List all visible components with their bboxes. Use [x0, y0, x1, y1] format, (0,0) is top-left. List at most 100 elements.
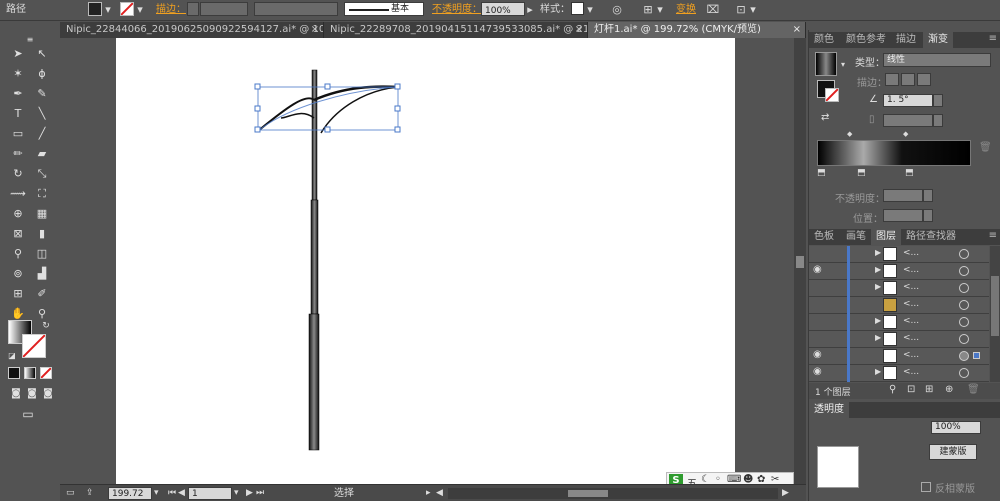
stroke-style-dropdown[interactable]: 基本 — [344, 2, 424, 16]
chevron-right-icon[interactable]: ▸ — [426, 487, 431, 500]
stroke-color-box[interactable] — [22, 334, 46, 358]
stroke-weight-field[interactable] — [200, 2, 248, 16]
clipping-mask-icon[interactable]: ⊡ — [907, 384, 915, 395]
chevron-down-icon[interactable] — [933, 114, 943, 127]
target-icon[interactable] — [959, 249, 969, 259]
midpoint-marker[interactable]: ◆ — [903, 130, 908, 138]
layer-row[interactable]: ◉ ▶ <... — [809, 263, 989, 280]
target-icon[interactable] — [959, 334, 969, 344]
perspective-grid-tool-icon[interactable]: ▦ — [34, 206, 50, 222]
visibility-eye-icon[interactable]: ◉ — [813, 366, 827, 377]
selected-art-indicator[interactable] — [973, 352, 980, 359]
invert-mask-checkbox[interactable] — [921, 482, 931, 492]
selection-handle[interactable] — [254, 105, 261, 112]
direct-selection-tool-icon[interactable]: ↖ — [34, 46, 50, 62]
first-page-icon[interactable]: ⏮ — [168, 487, 176, 500]
gradient-stop[interactable]: ⬒ — [857, 168, 866, 178]
type-tool-icon[interactable]: T — [10, 106, 26, 122]
aspect-ratio-field[interactable] — [883, 114, 933, 127]
layer-row[interactable]: ◉ ▶ <... — [809, 365, 989, 382]
make-mask-button[interactable]: 建蒙版 — [929, 444, 977, 460]
scrollbar-thumb[interactable] — [991, 276, 999, 336]
transparency-field[interactable]: 100% — [931, 421, 981, 434]
gradient-stroke-box[interactable] — [825, 88, 839, 102]
trash-icon[interactable]: 🗑 — [979, 142, 992, 153]
stroke-across-button[interactable] — [917, 73, 931, 86]
stop-position-field[interactable] — [883, 209, 923, 222]
stroke-within-button[interactable] — [885, 73, 899, 86]
gradient-stop[interactable]: ⬒ — [817, 168, 826, 178]
tab-layers[interactable]: 图层 — [871, 229, 901, 245]
close-icon[interactable]: × — [311, 22, 319, 38]
locate-object-icon[interactable]: ⚲ — [889, 384, 896, 395]
target-icon[interactable] — [959, 300, 969, 310]
trash-icon[interactable]: 🗑 — [967, 384, 980, 395]
graph-tool-icon[interactable]: ▟ — [34, 266, 50, 282]
shape-builder-tool-icon[interactable]: ⊕ — [10, 206, 26, 222]
tab-document-2[interactable]: Nipic_22289708_20190415114739533085.ai* … — [324, 22, 588, 38]
transform-link[interactable]: 变换 — [676, 2, 696, 18]
panel-menu-icon[interactable]: ≡ — [989, 230, 997, 241]
screen-mode-icon[interactable]: ▭ — [20, 406, 36, 422]
tab-pathfinder[interactable]: 路径查找器 — [901, 229, 961, 245]
stroke-label[interactable]: 描边： — [156, 2, 186, 18]
free-transform-tool-icon[interactable]: ⛶ — [34, 186, 50, 202]
mesh-tool-icon[interactable]: ⊠ — [10, 226, 26, 242]
hscroll-right-icon[interactable]: ▶ — [782, 487, 789, 500]
reverse-gradient-icon[interactable]: ⇄ — [821, 112, 829, 123]
last-page-icon[interactable]: ⏭ — [256, 487, 264, 500]
angle-field[interactable]: 1. 5° — [883, 94, 933, 107]
target-icon[interactable] — [959, 266, 969, 276]
target-icon[interactable] — [959, 351, 969, 361]
visibility-eye-icon[interactable]: ◉ — [813, 264, 827, 275]
expand-arrow-icon[interactable]: ▶ — [875, 316, 881, 325]
lamp-pole-top[interactable] — [311, 69, 318, 201]
horizontal-scrollbar[interactable] — [448, 488, 778, 499]
chevron-down-icon[interactable]: ▾ — [154, 487, 159, 500]
lamp-pole-middle[interactable] — [310, 199, 319, 315]
gradient-stop[interactable]: ⬒ — [905, 168, 914, 178]
selection-handle[interactable] — [394, 126, 401, 133]
target-icon[interactable] — [959, 368, 969, 378]
draw-normal-icon[interactable]: ◙ — [8, 386, 24, 402]
gradient-type-dropdown[interactable]: 线性 — [883, 53, 991, 67]
selection-handle[interactable] — [394, 105, 401, 112]
chevron-down-icon[interactable]: ▾ — [234, 487, 239, 500]
chevron-down-icon[interactable] — [933, 94, 943, 107]
artboard-tool-icon[interactable]: ⊞ — [10, 286, 26, 302]
slice-tool-icon[interactable]: ✐ — [34, 286, 50, 302]
selection-tool-icon[interactable]: ➤ — [10, 46, 26, 62]
draw-inside-icon[interactable]: ◙ — [40, 386, 56, 402]
line-tool-icon[interactable]: ╲ — [34, 106, 50, 122]
rotate-tool-icon[interactable]: ↻ — [10, 166, 26, 182]
chevron-down-icon[interactable]: ▾ — [586, 2, 594, 18]
page-field[interactable]: 1 — [188, 487, 232, 500]
tab-color[interactable]: 颜色 — [809, 32, 839, 48]
prev-page-icon[interactable]: ◀ — [178, 487, 185, 500]
tab-swatches[interactable]: 色板 — [809, 229, 839, 245]
tab-stroke[interactable]: 描边 — [891, 32, 921, 48]
chevron-down-icon[interactable]: ▾ — [841, 60, 845, 69]
stroke-swatch[interactable] — [120, 2, 134, 16]
pencil-tool-icon[interactable]: ✏ — [10, 146, 26, 162]
tab-transparency[interactable]: 透明度 — [809, 402, 849, 418]
layer-row[interactable]: ▶ <... — [809, 331, 989, 348]
stop-opacity-field[interactable] — [883, 189, 923, 202]
layer-row[interactable]: ▶ <... — [809, 314, 989, 331]
zoom-field[interactable]: 199.72 — [108, 487, 152, 500]
vertical-scrollbar[interactable] — [794, 38, 806, 484]
selection-handle[interactable] — [394, 83, 401, 90]
target-icon[interactable] — [959, 317, 969, 327]
scrollbar-thumb[interactable] — [568, 490, 608, 497]
expand-arrow-icon[interactable]: ▶ — [875, 367, 881, 376]
pen-tool-icon[interactable]: ✒ — [10, 86, 26, 102]
target-icon[interactable] — [959, 283, 969, 293]
curvature-tool-icon[interactable]: ✎ — [34, 86, 50, 102]
variable-width-dropdown[interactable] — [254, 2, 338, 16]
default-colors-icon[interactable]: ◪ — [4, 348, 20, 364]
expand-arrow-icon[interactable]: ▶ — [875, 265, 881, 274]
tab-brushes[interactable]: 画笔 — [841, 229, 871, 245]
isolate-icon[interactable]: ⌧ — [706, 2, 720, 18]
gradient-slider[interactable] — [817, 140, 971, 166]
stroke-along-button[interactable] — [901, 73, 915, 86]
